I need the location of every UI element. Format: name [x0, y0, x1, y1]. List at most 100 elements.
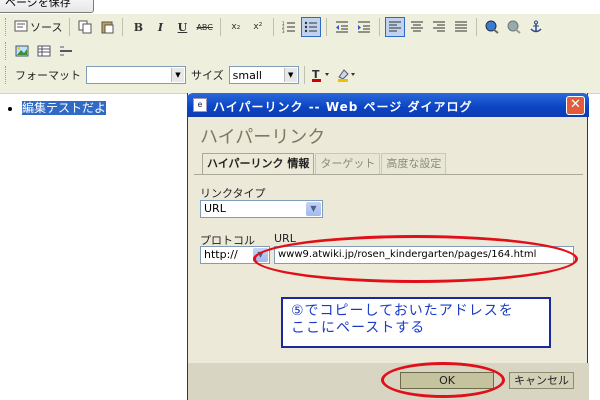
top-strip: ページを保存 [0, 0, 600, 14]
size-label: サイズ [191, 69, 224, 82]
subscript-button[interactable]: x₂ [226, 17, 246, 37]
annotation-line-1: ⑤でコピーしておいたアドレスを [291, 303, 514, 319]
annotation-callout: ⑤でコピーしておいたアドレスを ここにペーストする [281, 297, 551, 348]
globe-link-icon [485, 20, 499, 34]
globe-unlink-icon [507, 20, 521, 34]
tab-divider [194, 174, 583, 175]
chevron-down-icon: ▼ [171, 68, 184, 82]
link-type-select[interactable]: URL ▼ [200, 200, 323, 218]
editor-toolbar: ソース B I U ABC x₂ x² 123 フォーマット ▼ サイズ sma… [0, 14, 600, 94]
protocol-select[interactable]: http:// ▼ [200, 246, 270, 264]
annotation-line-2: ここにペーストする [291, 320, 426, 336]
bold-button[interactable]: B [128, 17, 148, 37]
align-justify-button[interactable] [451, 17, 471, 37]
toolbar-separator [219, 18, 221, 36]
source-icon [14, 19, 28, 36]
format-select[interactable]: ▼ [86, 66, 186, 84]
chevron-down-icon: ▼ [306, 202, 321, 216]
align-justify-icon [454, 21, 467, 32]
size-select[interactable]: small ▼ [228, 66, 299, 84]
svg-text:3: 3 [282, 29, 285, 34]
link-button[interactable] [482, 17, 502, 37]
toolbar-row-3: フォーマット ▼ サイズ small ▼ T [2, 63, 360, 87]
toolbar-separator [69, 18, 71, 36]
toolbar-grip [5, 42, 8, 60]
size-value: small [232, 68, 262, 82]
ok-button[interactable]: OK [400, 372, 494, 389]
text-color-button[interactable]: T [310, 65, 334, 85]
bullet-list: 編集テストだよ [22, 99, 107, 116]
tab-advanced[interactable]: 高度な設定 [381, 153, 447, 174]
table-icon [37, 45, 51, 57]
paste-icon [101, 21, 114, 34]
anchor-icon [530, 20, 542, 33]
toolbar-separator [303, 66, 305, 84]
annotation-text: ⑤でコピーしておいたアドレスを ここにペーストする [291, 303, 514, 337]
numbered-list-icon: 123 [282, 21, 295, 34]
italic-button[interactable]: I [150, 17, 170, 37]
image-icon [15, 45, 29, 57]
tab-link-info[interactable]: ハイパーリンク 情報 [202, 153, 315, 174]
paste-button[interactable] [97, 17, 117, 37]
image-button[interactable] [12, 41, 32, 61]
indent-button[interactable] [354, 17, 374, 37]
toolbar-separator [475, 18, 477, 36]
cancel-button[interactable]: キャンセル [509, 372, 574, 389]
copy-icon [78, 20, 92, 34]
url-input[interactable]: www9.atwiki.jp/rosen_kindergarten/pages/… [274, 246, 574, 264]
horizontal-rule-icon [60, 46, 72, 56]
link-type-value: URL [204, 202, 226, 215]
list-item: 編集テストだよ [22, 99, 107, 116]
horizontal-rule-button[interactable] [56, 41, 76, 61]
dialog-button-bar: OK キャンセル [188, 363, 589, 400]
dialog-titlebar[interactable]: e ハイパーリンク -- Web ページ ダイアログ ✕ [187, 93, 589, 117]
dialog-title: ハイパーリンク -- Web ページ ダイアログ [213, 100, 473, 114]
toolbar-row-1: ソース B I U ABC x₂ x² 123 [2, 15, 546, 39]
hyperlink-dialog: e ハイパーリンク -- Web ページ ダイアログ ✕ ハイパーリンク ハイパ… [187, 93, 589, 400]
toolbar-separator [378, 18, 380, 36]
toolbar-separator [325, 18, 327, 36]
toolbar-separator [272, 18, 274, 36]
background-color-button[interactable] [336, 65, 360, 85]
copy-button[interactable] [75, 17, 95, 37]
tab-target[interactable]: ターゲット [315, 153, 381, 174]
outdent-icon [335, 21, 348, 33]
protocol-value: http:// [204, 248, 238, 261]
source-label: ソース [30, 21, 63, 34]
underline-button[interactable]: U [172, 17, 192, 37]
format-label: フォーマット [15, 69, 81, 82]
table-button[interactable] [34, 41, 54, 61]
dialog-heading: ハイパーリンク [200, 127, 326, 148]
numbered-list-button[interactable]: 123 [279, 17, 299, 37]
toolbar-row-2 [2, 39, 76, 63]
url-label: URL [274, 232, 296, 245]
toolbar-separator [122, 18, 124, 36]
unlink-button[interactable] [504, 17, 524, 37]
selected-text[interactable]: 編集テストだよ [22, 101, 107, 115]
chevron-down-icon: ▼ [283, 68, 297, 82]
bulleted-list-icon [304, 21, 317, 33]
close-button[interactable]: ✕ [566, 96, 585, 115]
align-right-button[interactable] [429, 17, 449, 37]
text-color-icon: T [311, 68, 329, 82]
background-color-icon [337, 69, 355, 82]
dialog-tabs: ハイパーリンク 情報 ターゲット 高度な設定 [202, 153, 447, 174]
link-type-label: リンクタイプ [200, 187, 266, 200]
outdent-button[interactable] [332, 17, 352, 37]
align-left-button[interactable] [384, 17, 405, 37]
indent-icon [357, 21, 370, 33]
bulleted-list-button[interactable] [300, 17, 321, 37]
window-icon: e [193, 98, 207, 112]
anchor-button[interactable] [526, 17, 546, 37]
chevron-down-icon: ▼ [253, 248, 268, 262]
toolbar-grip [5, 66, 8, 84]
source-button[interactable]: ソース [12, 17, 64, 37]
superscript-button[interactable]: x² [248, 17, 268, 37]
strikethrough-button[interactable]: ABC [194, 17, 214, 37]
save-page-button[interactable]: ページを保存 [0, 0, 94, 13]
align-center-button[interactable] [407, 17, 427, 37]
toolbar-grip [5, 18, 8, 36]
align-right-icon [432, 21, 445, 32]
align-center-icon [410, 21, 423, 32]
align-left-icon [388, 21, 401, 32]
